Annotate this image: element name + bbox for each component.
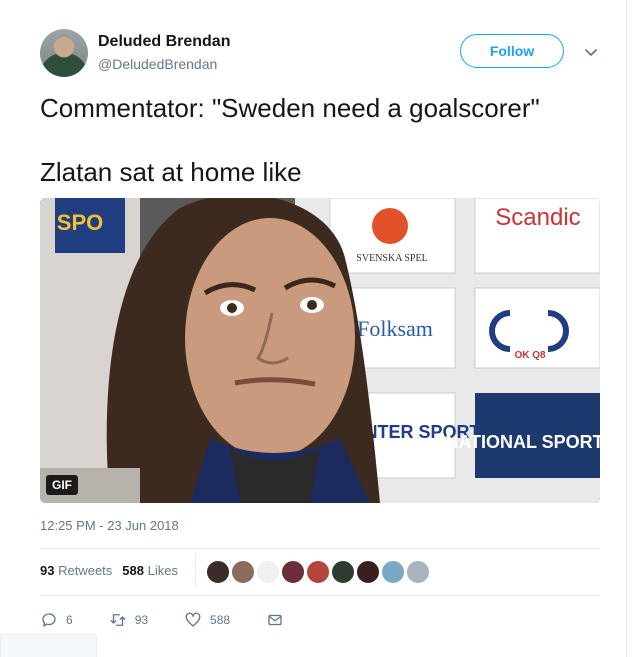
display-name[interactable]: Deluded Brendan [98,33,230,51]
tweet-stats: 93 Retweets 588 Likes [40,563,178,578]
liker-avatars [206,560,430,584]
tweet-actions: 6 93 588 [40,608,320,632]
like-action[interactable]: 588 [184,611,230,629]
reply-icon [42,613,56,627]
chevron-down-icon[interactable] [583,44,599,60]
gif-frame: Scandic SVENSKA SPEL Folksam OK Q8 INTER… [40,198,600,503]
liker-avatar[interactable] [231,560,255,584]
sponsor-folksam: Folksam [357,316,433,341]
heart-icon [185,612,201,627]
divider-bottom [40,595,600,596]
likes-count: 588 [122,563,144,578]
retweets-stat[interactable]: 93 Retweets [40,563,112,578]
liker-avatar[interactable] [206,560,230,584]
gif-badge: GIF [46,475,78,495]
sponsor-scandic: Scandic [495,204,580,231]
retweet-action[interactable]: 93 [109,611,148,629]
tweet-text: Commentator: "Sweden need a goalscorer" … [40,92,610,188]
direct-message-action[interactable] [266,611,284,629]
liker-avatar[interactable] [256,560,280,584]
like-count: 588 [210,613,231,627]
reply-action[interactable]: 6 [40,611,73,629]
liker-avatar[interactable] [406,560,430,584]
tweet-text-line2: Zlatan sat at home like [40,157,302,187]
retweets-count: 93 [40,563,55,578]
retweets-label: Retweets [58,563,113,578]
sponsor-spo: SPO [57,210,103,235]
sponsor-nationalsporten: NATIONAL SPORTEN [445,432,600,452]
tweet-text-spacer [40,124,610,156]
stats-separator [195,553,196,587]
tweet-card: Deluded Brendan @DeludedBrendan Follow C… [0,0,626,657]
likes-stat[interactable]: 588 Likes [122,563,178,578]
bottom-tab[interactable] [0,634,97,657]
retweet-icon [110,614,126,626]
liker-avatar[interactable] [281,560,305,584]
likes-label: Likes [147,563,178,578]
tweet-media-gif[interactable]: Scandic SVENSKA SPEL Folksam OK Q8 INTER… [40,198,600,503]
user-handle[interactable]: @DeludedBrendan [98,56,217,72]
divider-top [40,548,600,549]
tweet-text-line1: Commentator: "Sweden need a goalscorer" [40,93,540,123]
sponsor-okq8: OK Q8 [514,350,546,361]
liker-avatar[interactable] [356,560,380,584]
scrollbar-area [626,0,642,657]
reply-count: 6 [66,613,73,627]
tweet-timestamp[interactable]: 12:25 PM - 23 Jun 2018 [40,518,179,533]
liker-avatar[interactable] [381,560,405,584]
liker-avatar[interactable] [306,560,330,584]
follow-button[interactable]: Follow [460,34,564,68]
envelope-icon [268,614,282,626]
liker-avatar[interactable] [331,560,355,584]
avatar[interactable] [40,29,88,77]
sponsor-svenska-spel: SVENSKA SPEL [356,253,427,264]
retweet-count: 93 [134,613,149,627]
